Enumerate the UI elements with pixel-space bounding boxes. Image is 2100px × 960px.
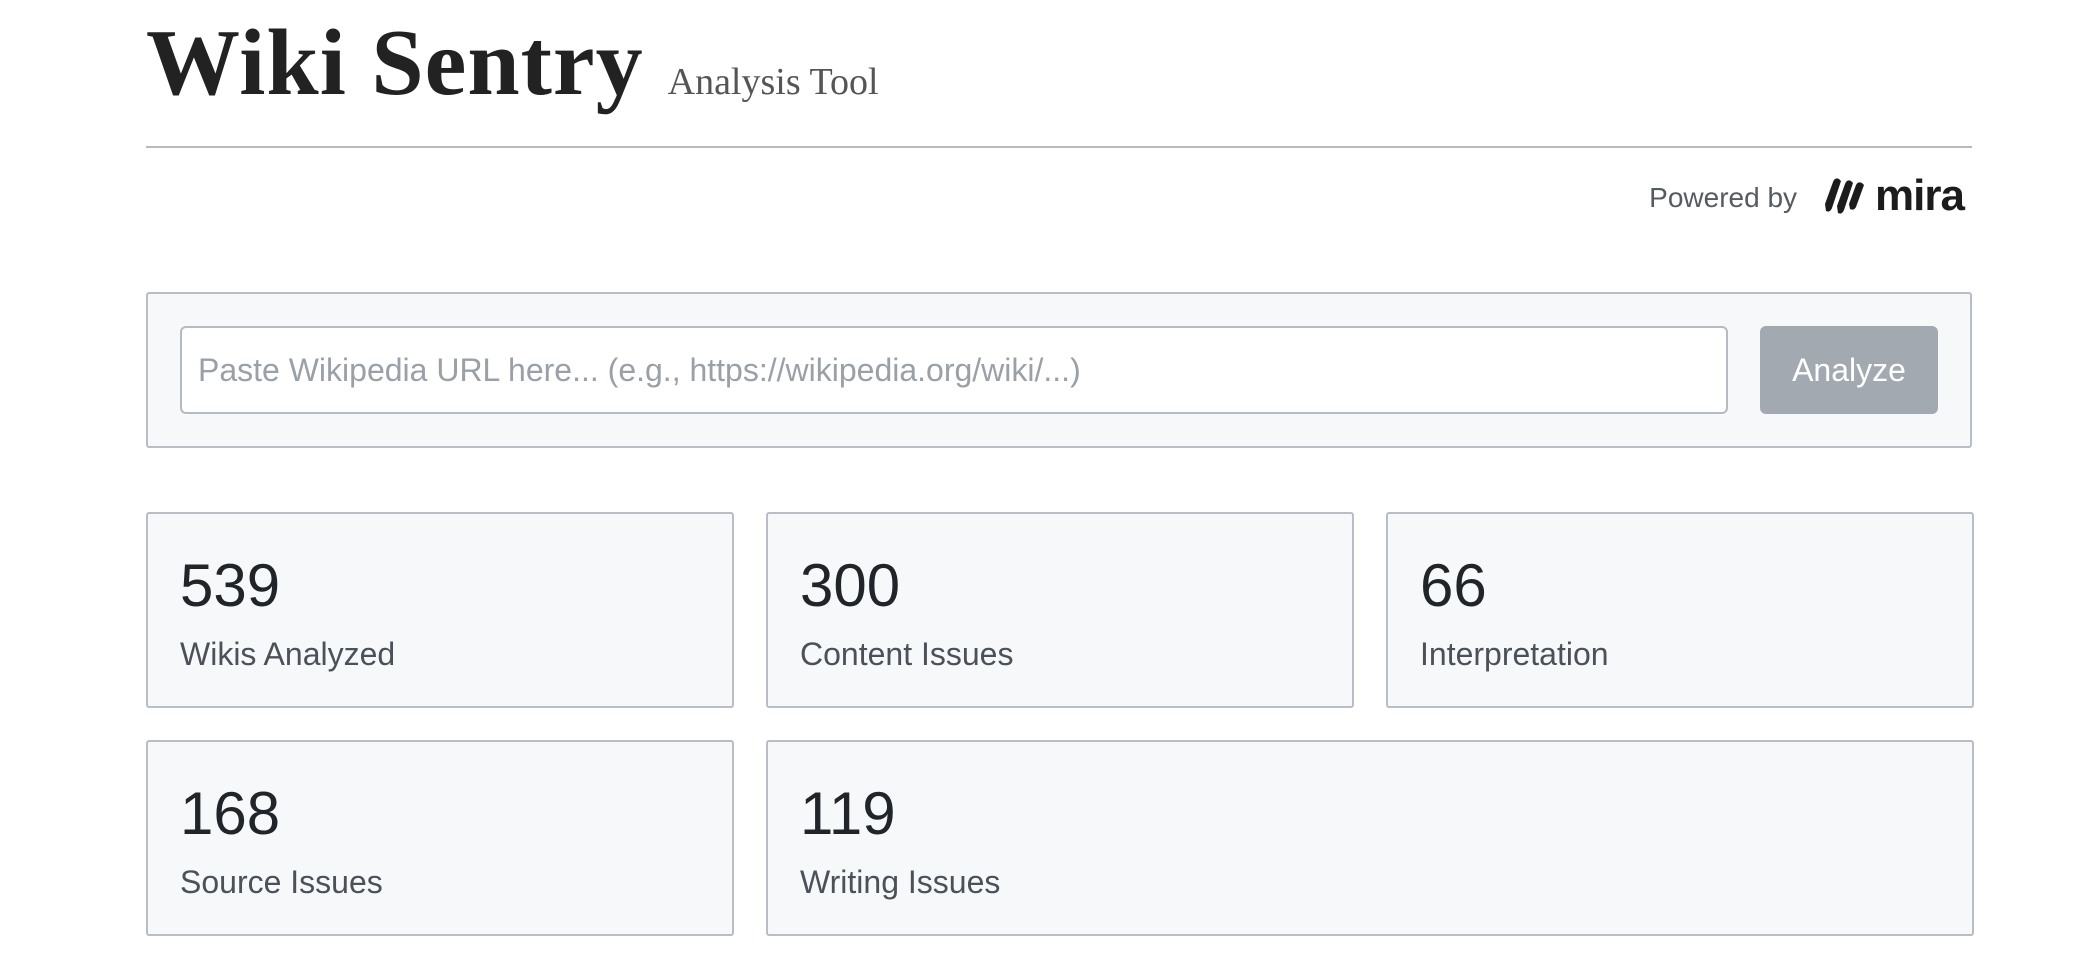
url-input[interactable] [180, 326, 1728, 414]
stat-card-content-issues: 300 Content Issues [766, 512, 1354, 708]
stat-card-writing-issues: 119 Writing Issues [766, 740, 1974, 936]
search-panel: Analyze [146, 292, 1972, 448]
stat-value: 300 [800, 552, 901, 619]
powered-by: Powered by mira [146, 148, 1972, 244]
analyze-button[interactable]: Analyze [1760, 326, 1938, 414]
stat-value: 119 [800, 780, 896, 847]
stat-card-interpretation: 66 Interpretation [1386, 512, 1974, 708]
app-title: Wiki Sentry [146, 11, 644, 115]
stat-value: 539 [180, 552, 281, 619]
brand-logo[interactable]: mira [1821, 171, 1965, 221]
powered-by-label: Powered by [1649, 182, 1798, 213]
stat-value: 66 [1420, 552, 1487, 619]
stat-value: 168 [180, 780, 281, 847]
page-container: Wiki Sentry Analysis Tool Powered by mir… [146, 0, 1974, 936]
app-header: Wiki Sentry Analysis Tool [146, 0, 1972, 148]
stats-grid: 539 Wikis Analyzed 300 Content Issues 66… [146, 512, 1974, 936]
stat-card-source-issues: 168 Source Issues [146, 740, 734, 936]
stat-label: Source Issues [180, 864, 383, 900]
stat-label: Content Issues [800, 636, 1014, 672]
stat-label: Interpretation [1420, 636, 1609, 672]
stat-card-wikis-analyzed: 539 Wikis Analyzed [146, 512, 734, 708]
stat-label: Writing Issues [800, 864, 1001, 900]
app-subtitle: Analysis Tool [667, 61, 879, 103]
mira-logo-icon [1825, 178, 1865, 214]
stat-label: Wikis Analyzed [180, 636, 396, 672]
brand-name: mira [1875, 171, 1965, 220]
